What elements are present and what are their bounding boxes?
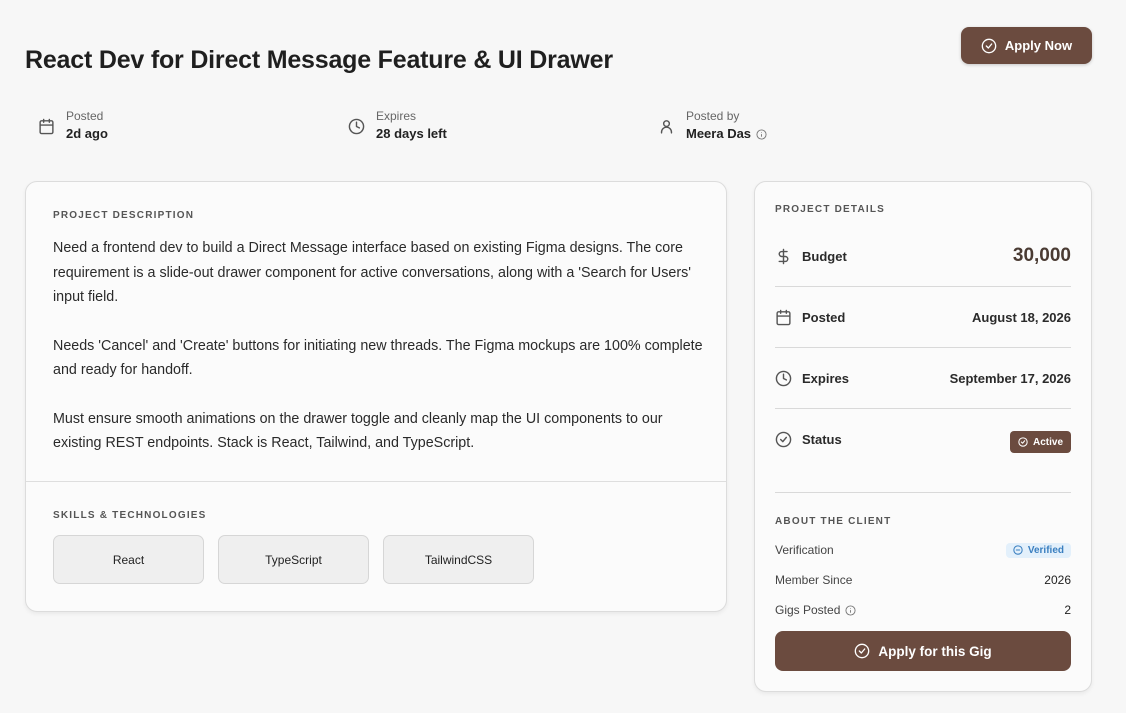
project-details-card: PROJECT DETAILS Budget 30,000 Posted Aug… — [754, 181, 1092, 692]
check-circle-icon — [981, 38, 997, 53]
detail-row-posted: Posted August 18, 2026 — [775, 287, 1071, 348]
dollar-icon — [778, 248, 789, 264]
expires-label: Expires — [802, 370, 849, 386]
meta-posted-by: Posted by Meera Das — [656, 108, 767, 144]
status-label: Status — [802, 432, 842, 447]
posted-label: Posted — [802, 309, 846, 325]
meta-posted-label: Posted — [66, 109, 104, 123]
calendar-icon — [36, 116, 56, 136]
meta-posted: Posted 2d ago — [36, 108, 108, 144]
apply-now-button[interactable]: Apply Now — [961, 27, 1092, 64]
info-icon[interactable] — [756, 128, 767, 140]
details-section-label: PROJECT DETAILS — [775, 204, 886, 215]
meta-expires-value: 28 days left — [376, 126, 447, 141]
verified-icon — [1013, 545, 1023, 555]
client-row-member-since: Member Since 2026 — [775, 570, 1071, 590]
apply-now-label: Apply Now — [1004, 38, 1073, 53]
skills-section-label: SKILLS & TECHNOLOGIES — [53, 510, 207, 521]
calendar-icon — [776, 309, 791, 325]
client-row-verification: Verification Verified — [775, 540, 1071, 560]
meta-expires-label: Expires — [376, 109, 417, 123]
meta-posted-by-label: Posted by — [686, 109, 740, 123]
verification-label: Verification — [775, 543, 834, 557]
posted-value: August 18, 2026 — [972, 309, 1071, 325]
meta-expires: Expires 28 days left — [346, 108, 447, 144]
verified-badge: Verified — [1005, 542, 1071, 558]
description-section-label: PROJECT DESCRIPTION — [53, 210, 195, 221]
description-body: Need a frontend dev to build a Direct Me… — [53, 236, 708, 480]
gigs-posted-value: 2 — [1064, 603, 1071, 617]
skill-chip[interactable]: TailwindCSS — [383, 535, 534, 584]
clock-icon — [346, 116, 366, 136]
check-circle-icon — [1018, 437, 1028, 447]
meta-posted-value: 2d ago — [66, 126, 108, 141]
page-title: React Dev for Direct Message Feature & U… — [25, 46, 613, 74]
budget-value: 30,000 — [1012, 245, 1071, 266]
apply-for-gig-button[interactable]: Apply for this Gig — [775, 631, 1071, 671]
client-name[interactable]: Meera Das — [686, 124, 751, 144]
client-section-label: ABOUT THE CLIENT — [775, 516, 892, 527]
member-since-value: 2026 — [1044, 573, 1071, 587]
verified-label: Verified — [1027, 544, 1064, 556]
member-since-label: Member Since — [775, 573, 853, 587]
description-paragraph: Need a frontend dev to build a Direct Me… — [53, 240, 691, 305]
skills-list: React TypeScript TailwindCSS — [53, 535, 534, 584]
description-paragraph: Must ensure smooth animations on the dra… — [53, 410, 663, 452]
apply-for-gig-label: Apply for this Gig — [878, 643, 992, 659]
gig-meta: Posted 2d ago Expires 28 days left Poste… — [0, 108, 1126, 148]
gigs-posted-label: Gigs Posted — [775, 603, 841, 617]
skill-chip[interactable]: React — [53, 535, 204, 584]
info-icon[interactable] — [845, 604, 856, 616]
divider — [26, 481, 726, 482]
check-circle-icon — [775, 431, 792, 448]
detail-row-status: Status Active — [775, 411, 1071, 493]
budget-label: Budget — [802, 248, 847, 264]
detail-row-expires: Expires September 17, 2026 — [775, 348, 1071, 409]
status-value: Active — [1032, 436, 1063, 448]
detail-row-budget: Budget 30,000 — [775, 226, 1071, 287]
check-circle-icon — [855, 643, 870, 659]
status-badge: Active — [1009, 431, 1071, 453]
skill-chip[interactable]: TypeScript — [218, 535, 369, 584]
clock-icon — [775, 370, 792, 386]
client-row-gigs-posted: Gigs Posted 2 — [775, 600, 1071, 620]
project-description-card: PROJECT DESCRIPTION Need a frontend dev … — [25, 181, 727, 612]
expires-value: September 17, 2026 — [949, 370, 1071, 386]
description-paragraph: Needs 'Cancel' and 'Create' buttons for … — [53, 337, 703, 379]
user-icon — [656, 116, 676, 136]
